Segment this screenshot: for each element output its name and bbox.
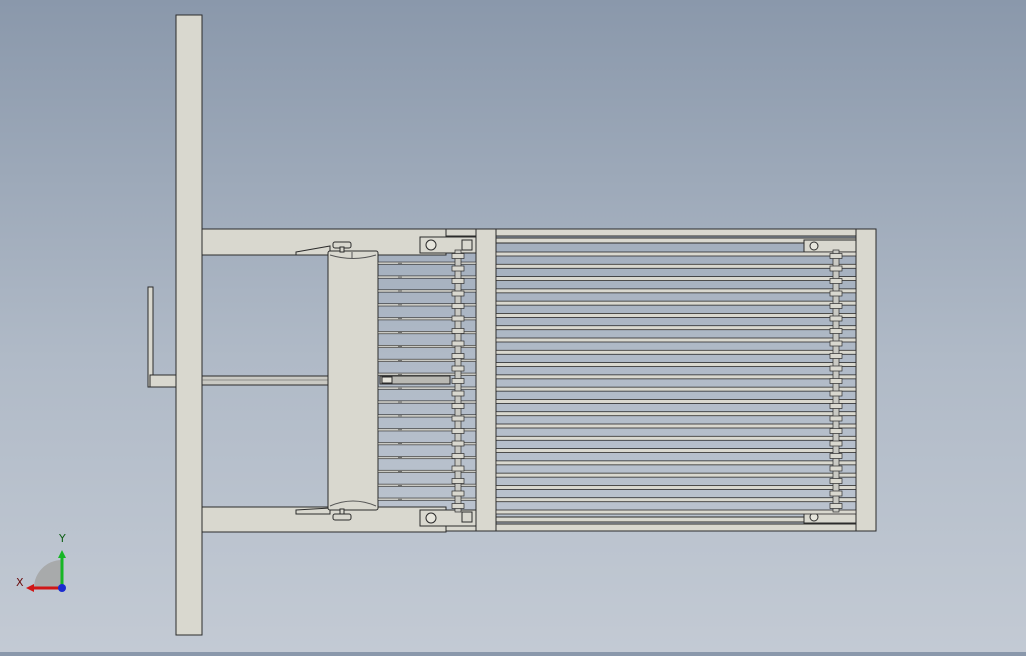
coordinate-triad: [26, 550, 66, 592]
conveyor-bar: [495, 374, 857, 380]
conveyor-bar: [495, 337, 857, 343]
front-roller: [451, 253, 465, 259]
conveyor-bar: [495, 263, 857, 269]
bracket-foot: [149, 374, 177, 388]
rear-roller: [829, 490, 843, 497]
front-roller: [451, 365, 465, 372]
rear-roller: [829, 478, 843, 484]
rear-roller: [829, 290, 843, 297]
rear-roller: [829, 428, 843, 434]
front-roller: [451, 390, 465, 397]
front-upright: [475, 228, 497, 532]
conveyor-bar: [495, 288, 857, 294]
rear-roller: [829, 503, 843, 509]
conveyor-bar: [495, 362, 857, 367]
conveyor-bar: [495, 386, 857, 392]
triad-label-y: Y: [59, 532, 66, 545]
pusher-head: [327, 250, 379, 511]
front-roller: [451, 453, 465, 459]
front-roller: [451, 503, 465, 509]
rear-roller: [829, 465, 843, 472]
front-roller: [451, 378, 465, 384]
side-bracket: [147, 286, 154, 388]
front-roller: [451, 478, 465, 484]
rear-roller: [829, 265, 843, 272]
conveyor-bar: [495, 349, 857, 355]
conveyor-bar: [495, 325, 857, 331]
conveyor-bar: [495, 313, 857, 318]
conveyor-bar: [495, 300, 857, 306]
conveyor-bar: [495, 276, 857, 281]
conveyor-top-view: [26, 14, 877, 636]
conveyor-bar: [495, 485, 857, 490]
rear-roller: [829, 365, 843, 372]
conveyor-bar: [495, 509, 857, 515]
top-rail: [445, 228, 877, 237]
pusher-pin-bottom: [332, 513, 352, 521]
rear-roller: [829, 315, 843, 322]
front-roller: [451, 265, 465, 272]
triad-z-axis: [58, 584, 66, 592]
front-roller: [451, 428, 465, 434]
cad-viewport[interactable]: X Y: [0, 0, 1026, 652]
conveyor-bar: [495, 251, 857, 257]
conveyor-bar: [495, 423, 857, 429]
conveyor-bar: [495, 411, 857, 417]
front-roller: [451, 490, 465, 497]
front-roller: [451, 328, 465, 334]
rear-roller: [829, 378, 843, 384]
rear-roller: [829, 353, 843, 359]
front-roller: [451, 303, 465, 309]
push-rod: [201, 375, 329, 386]
bottom-rail: [445, 523, 877, 532]
rear-roller: [829, 303, 843, 309]
front-roller: [451, 415, 465, 422]
rear-roller: [829, 453, 843, 459]
rear-roller: [829, 328, 843, 334]
mounting-plate: [175, 14, 203, 636]
rear-roller: [829, 390, 843, 397]
rear-roller: [829, 253, 843, 259]
conveyor-bar: [495, 460, 857, 466]
front-roller: [451, 465, 465, 472]
conveyor-bar: [495, 448, 857, 453]
conveyor-bar: [495, 399, 857, 404]
front-roller: [451, 440, 465, 447]
rear-roller: [829, 415, 843, 422]
rear-roller: [829, 403, 843, 409]
front-roller: [451, 315, 465, 322]
conveyor-bar: [495, 497, 857, 503]
rear-roller: [829, 440, 843, 447]
rear-upright: [855, 228, 877, 532]
front-roller: [451, 403, 465, 409]
front-roller: [451, 290, 465, 297]
rear-roller: [829, 340, 843, 347]
front-roller: [451, 353, 465, 359]
rear-roller: [829, 278, 843, 284]
front-roller: [451, 340, 465, 347]
front-roller: [451, 278, 465, 284]
conveyor-bar: [495, 435, 857, 441]
triad-label-x: X: [16, 576, 24, 589]
conveyor-bar: [495, 472, 857, 478]
